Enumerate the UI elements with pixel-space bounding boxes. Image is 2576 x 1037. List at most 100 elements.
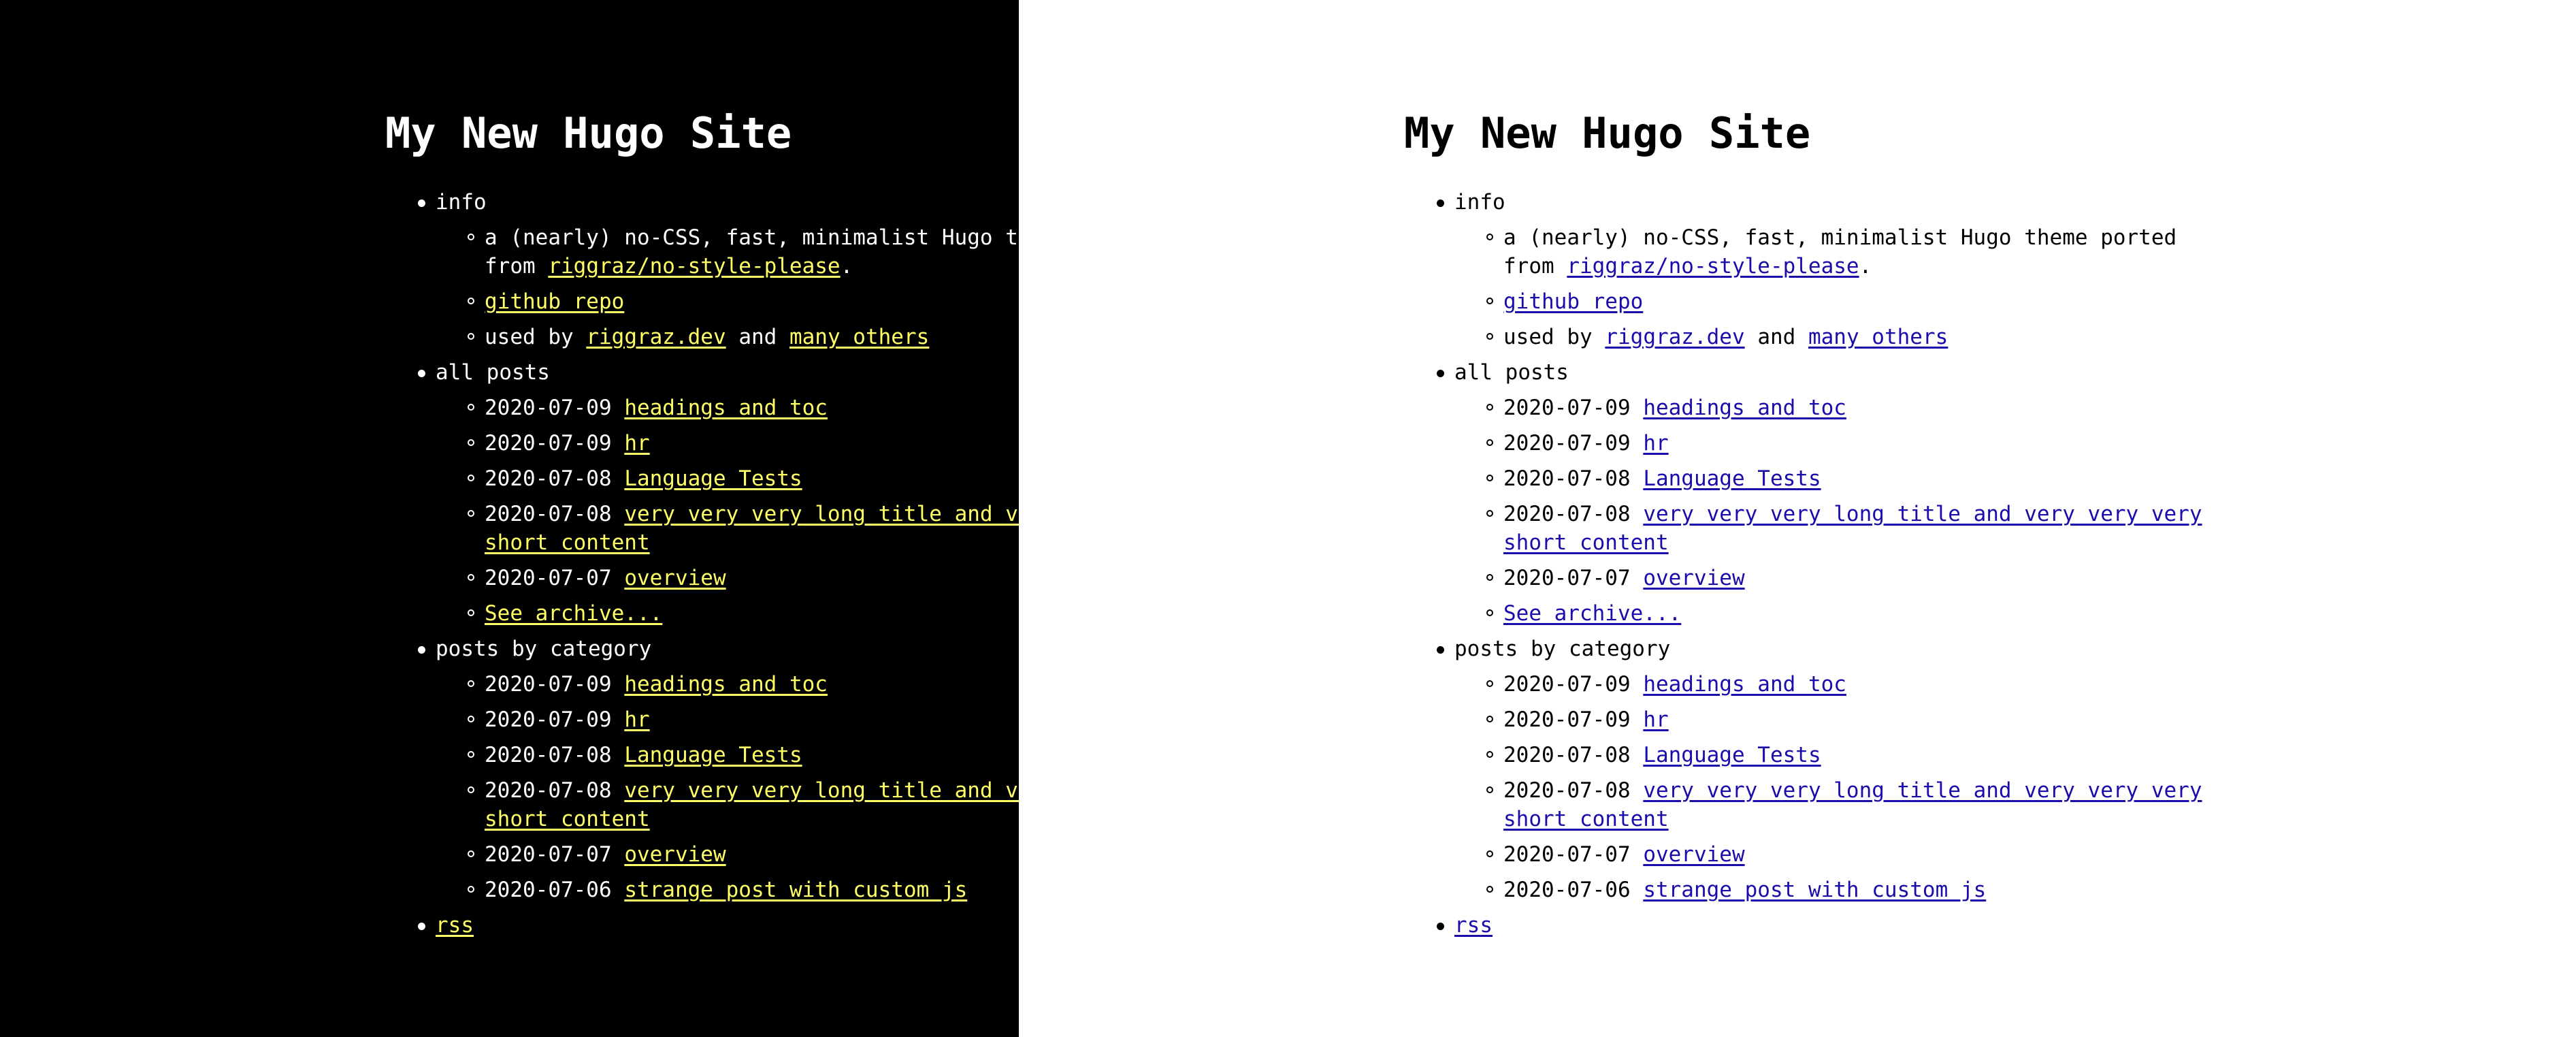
post-link[interactable]: strange post with custom js — [624, 878, 967, 902]
page: My New Hugo Site info a (nearly) no-CSS,… — [0, 0, 2576, 1037]
circle-bullet-icon — [468, 404, 474, 411]
post-link[interactable]: overview — [624, 842, 725, 867]
see-archive-link[interactable]: See archive... — [1503, 601, 1681, 626]
github-repo-link[interactable]: github repo — [485, 289, 624, 314]
used-by-item: used by riggraz.dev and many others — [436, 323, 1019, 351]
post-date: 2020-07-07 — [1503, 842, 1631, 867]
archive-item: See archive... — [1454, 599, 2211, 628]
post-link[interactable]: headings and toc — [1643, 672, 1846, 697]
circle-bullet-icon — [468, 609, 474, 616]
riggraz-dev-link[interactable]: riggraz.dev — [1605, 325, 1744, 349]
archive-item: See archive... — [436, 599, 1019, 628]
circle-bullet-icon — [468, 716, 474, 722]
post-item: 2020-07-07 overview — [1454, 564, 2211, 592]
circle-bullet-icon — [1486, 439, 1493, 446]
many-others-link[interactable]: many others — [789, 325, 929, 349]
post-link[interactable]: hr — [624, 707, 649, 732]
post-date: 2020-07-06 — [485, 878, 612, 902]
post-item: 2020-07-09 hr — [1454, 705, 2211, 734]
circle-bullet-icon — [1486, 333, 1493, 340]
post-date: 2020-07-08 — [485, 466, 612, 491]
post-date: 2020-07-09 — [1503, 431, 1631, 456]
riggraz-dev-link[interactable]: riggraz.dev — [586, 325, 725, 349]
and-text: and — [738, 325, 777, 349]
description-suffix: . — [1859, 254, 1872, 278]
bullet-icon — [418, 646, 425, 654]
post-date: 2020-07-06 — [1503, 878, 1631, 902]
dark-content: My New Hugo Site info a (nearly) no-CSS,… — [385, 108, 1019, 940]
post-item: 2020-07-08 Language Tests — [436, 464, 1019, 493]
post-link[interactable]: Language Tests — [624, 466, 802, 491]
all-posts-label: all posts — [1454, 360, 1569, 385]
circle-bullet-icon — [1486, 609, 1493, 616]
circle-bullet-icon — [468, 439, 474, 446]
post-link[interactable]: overview — [1643, 566, 1744, 590]
post-link[interactable]: headings and toc — [1643, 396, 1846, 420]
posts-by-category-section: posts by category 2020-07-09 headings an… — [1404, 635, 2241, 904]
circle-bullet-icon — [468, 680, 474, 687]
main-list: info a (nearly) no-CSS, fast, minimalist… — [385, 188, 1019, 940]
circle-bullet-icon — [1486, 574, 1493, 581]
post-date: 2020-07-08 — [1503, 502, 1631, 526]
post-date: 2020-07-07 — [485, 842, 612, 867]
post-link[interactable]: Language Tests — [1643, 743, 1821, 767]
post-date: 2020-07-08 — [1503, 743, 1631, 767]
post-item: 2020-07-08 Language Tests — [1454, 464, 2211, 493]
no-style-please-link[interactable]: riggraz/no-style-please — [548, 254, 840, 278]
post-date: 2020-07-09 — [1503, 396, 1631, 420]
and-text: and — [1757, 325, 1796, 349]
no-style-please-link[interactable]: riggraz/no-style-please — [1567, 254, 1859, 278]
posts-by-category-section: posts by category 2020-07-09 headings an… — [385, 635, 1019, 904]
post-date: 2020-07-09 — [485, 707, 612, 732]
see-archive-link[interactable]: See archive... — [485, 601, 662, 626]
site-title: My New Hugo Site — [1404, 108, 1811, 158]
github-item: github repo — [436, 287, 1019, 316]
category-posts-list: 2020-07-09 headings and toc 2020-07-09 h… — [436, 670, 1019, 904]
rss-link[interactable]: rss — [436, 913, 474, 938]
github-repo-link[interactable]: github repo — [1503, 289, 1643, 314]
post-link[interactable]: Language Tests — [624, 743, 802, 767]
circle-bullet-icon — [1486, 751, 1493, 758]
post-link[interactable]: overview — [624, 566, 725, 590]
light-theme-panel: My New Hugo Site info a (nearly) no-CSS,… — [1019, 0, 2576, 1037]
circle-bullet-icon — [1486, 716, 1493, 722]
post-item: 2020-07-09 hr — [436, 429, 1019, 458]
many-others-link[interactable]: many others — [1808, 325, 1948, 349]
post-item: 2020-07-09 headings and toc — [436, 394, 1019, 422]
circle-bullet-icon — [1486, 680, 1493, 687]
post-link[interactable]: headings and toc — [624, 396, 828, 420]
post-link[interactable]: hr — [1643, 431, 1668, 456]
dark-theme-panel: My New Hugo Site info a (nearly) no-CSS,… — [0, 0, 1019, 1037]
post-link[interactable]: strange post with custom js — [1643, 878, 1986, 902]
post-date: 2020-07-09 — [485, 431, 612, 456]
all-posts-section: all posts 2020-07-09 headings and toc 20… — [385, 358, 1019, 628]
post-link[interactable]: hr — [1643, 707, 1668, 732]
post-item: 2020-07-09 headings and toc — [436, 670, 1019, 699]
circle-bullet-icon — [1486, 298, 1493, 304]
info-list: a (nearly) no-CSS, fast, minimalist Hugo… — [1454, 223, 2241, 351]
circle-bullet-icon — [468, 751, 474, 758]
all-posts-list: 2020-07-09 headings and toc 2020-07-09 h… — [1454, 394, 2241, 628]
post-item: 2020-07-08 Language Tests — [436, 741, 1019, 769]
post-link[interactable]: overview — [1643, 842, 1744, 867]
post-item: 2020-07-06 strange post with custom js — [1454, 876, 2211, 904]
post-link[interactable]: hr — [624, 431, 649, 456]
post-link[interactable]: headings and toc — [624, 672, 828, 697]
used-by-item: used by riggraz.dev and many others — [1454, 323, 2211, 351]
info-label: info — [436, 190, 487, 214]
post-date: 2020-07-08 — [485, 743, 612, 767]
main-list: info a (nearly) no-CSS, fast, minimalist… — [1404, 188, 2241, 940]
post-link[interactable]: Language Tests — [1643, 466, 1821, 491]
post-date: 2020-07-09 — [1503, 672, 1631, 697]
all-posts-section: all posts 2020-07-09 headings and toc 20… — [1404, 358, 2241, 628]
post-item: 2020-07-07 overview — [1454, 840, 2211, 869]
circle-bullet-icon — [468, 298, 474, 304]
post-item: 2020-07-08 very very very long title and… — [436, 776, 1019, 833]
circle-bullet-icon — [1486, 886, 1493, 893]
post-date: 2020-07-08 — [485, 778, 612, 803]
rss-link[interactable]: rss — [1454, 913, 1493, 938]
post-date: 2020-07-07 — [1503, 566, 1631, 590]
post-date: 2020-07-09 — [1503, 707, 1631, 732]
site-title: My New Hugo Site — [385, 108, 792, 158]
post-date: 2020-07-09 — [485, 396, 612, 420]
